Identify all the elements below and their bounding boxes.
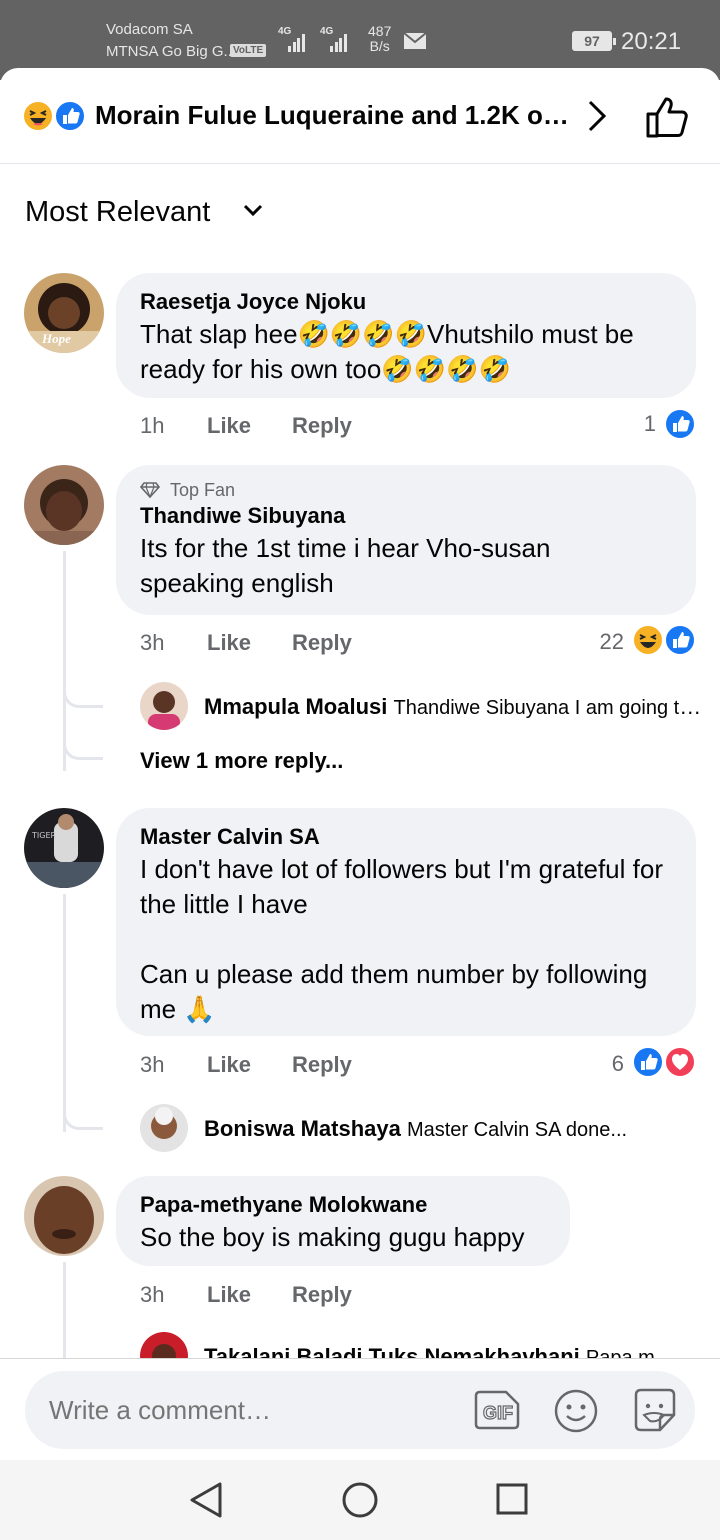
like-icon[interactable] [664, 408, 696, 440]
love-icon[interactable] [664, 1046, 696, 1078]
reply-link[interactable]: Reply [292, 413, 352, 439]
comment-time[interactable]: 1h [140, 413, 164, 439]
view-more-replies[interactable]: View 1 more reply... [140, 748, 343, 774]
signal-icon: 4G [320, 26, 356, 52]
emoji-icon[interactable] [553, 1388, 599, 1434]
chevron-down-icon[interactable] [243, 204, 263, 218]
gif-button[interactable]: GIF [472, 1388, 522, 1432]
avatar[interactable]: Hope [24, 273, 104, 353]
back-icon[interactable] [188, 1481, 224, 1519]
like-icon[interactable] [664, 624, 696, 656]
thread-connector [63, 740, 103, 760]
thread-connector [63, 1110, 103, 1130]
sort-dropdown[interactable]: Most Relevant [25, 196, 210, 229]
svg-text:GIF: GIF [483, 1403, 513, 1423]
commenter-name[interactable]: Master Calvin SA [140, 822, 672, 852]
comment-bubble: Raesetja Joyce Njoku That slap hee🤣🤣🤣🤣Vh… [116, 273, 696, 398]
commenter-name[interactable]: Papa-methyane Molokwane [140, 1190, 546, 1220]
comment-bubble: Master Calvin SA I don't have lot of fol… [116, 808, 696, 1036]
comment-time[interactable]: 3h [140, 1282, 164, 1308]
reaction-count[interactable]: 22 [584, 629, 624, 655]
avatar[interactable] [24, 465, 104, 545]
comments-sheet: Morain Fulue Luqueraine and 1.2K others … [0, 68, 720, 1460]
comment-bubble: Papa-methyane Molokwane So the boy is ma… [116, 1176, 570, 1266]
chevron-right-icon[interactable] [585, 99, 609, 133]
thread-connector [63, 688, 103, 708]
haha-icon [22, 100, 54, 132]
reactions-summary: Morain Fulue Luqueraine and 1.2K others [95, 100, 575, 130]
reaction-count[interactable]: 6 [584, 1051, 624, 1077]
comment-text: Its for the 1st time i hear Vho-susan sp… [140, 533, 551, 598]
like-link[interactable]: Like [207, 413, 251, 439]
carrier-2: MTNSA Go Big G... [106, 43, 237, 60]
home-icon[interactable] [341, 1481, 379, 1519]
comment-time[interactable]: 3h [140, 1052, 164, 1078]
reply-link[interactable]: Reply [292, 630, 352, 656]
like-icon [54, 100, 86, 132]
carrier-1: Vodacom SA [106, 21, 193, 38]
reply-author[interactable]: Mmapula Moalusi [204, 694, 387, 719]
volte-badge: VoLTE [230, 44, 267, 57]
system-nav-bar [0, 1460, 720, 1540]
commenter-name[interactable]: Raesetja Joyce Njoku [140, 287, 672, 317]
sticker-icon[interactable] [630, 1385, 680, 1435]
like-link[interactable]: Like [207, 630, 251, 656]
like-icon[interactable] [632, 1046, 664, 1078]
like-link[interactable]: Like [207, 1282, 251, 1308]
like-link[interactable]: Like [207, 1052, 251, 1078]
svg-text:TIGER: TIGER [31, 831, 57, 840]
reply-preview[interactable]: Boniswa Matshaya Master Calvin SA done..… [204, 1116, 704, 1142]
comment-bubble: Top Fan Thandiwe Sibuyana Its for the 1s… [116, 465, 696, 615]
reply-preview[interactable]: Mmapula Moalusi Thandiwe Sibuyana I am g… [204, 694, 704, 720]
diamond-icon [140, 482, 160, 498]
thread-line [63, 1262, 66, 1362]
reply-text: Thandiwe Sibuyana I am going to... [393, 697, 704, 719]
battery-icon: 97 [572, 31, 616, 51]
reaction-count[interactable]: 1 [616, 411, 656, 437]
svg-text:Hope: Hope [41, 331, 71, 346]
avatar[interactable] [140, 682, 188, 730]
mail-icon [403, 32, 427, 49]
thread-line [63, 551, 66, 771]
reply-author[interactable]: Boniswa Matshaya [204, 1116, 401, 1141]
recent-apps-icon[interactable] [495, 1482, 529, 1516]
comment-composer-bar: GIF [0, 1358, 720, 1460]
like-button-icon[interactable] [644, 95, 690, 139]
network-speed: 487 B/s [368, 23, 392, 54]
signal-icon: 4G [278, 26, 314, 52]
comment-time[interactable]: 3h [140, 630, 164, 656]
comment-text: So the boy is making gugu happy [140, 1222, 525, 1252]
avatar[interactable] [24, 1176, 104, 1256]
reply-link[interactable]: Reply [292, 1282, 352, 1308]
top-fan-badge: Top Fan [140, 479, 672, 501]
reply-text: Master Calvin SA done... [406, 1119, 628, 1141]
clock: 20:21 [621, 28, 682, 55]
thread-line [63, 894, 66, 1132]
comment-text: That slap hee🤣🤣🤣🤣Vhutshilo must be ready… [140, 319, 634, 384]
comment-input[interactable] [49, 1371, 449, 1449]
comment-text: I don't have lot of followers but I'm gr… [140, 854, 663, 1024]
reactions-header[interactable]: Morain Fulue Luqueraine and 1.2K others [0, 68, 720, 164]
commenter-name[interactable]: Thandiwe Sibuyana [140, 501, 672, 531]
reply-link[interactable]: Reply [292, 1052, 352, 1078]
haha-icon[interactable] [632, 624, 664, 656]
comment-composer: GIF [25, 1371, 695, 1449]
avatar[interactable]: TIGER [24, 808, 104, 888]
avatar[interactable] [140, 1104, 188, 1152]
